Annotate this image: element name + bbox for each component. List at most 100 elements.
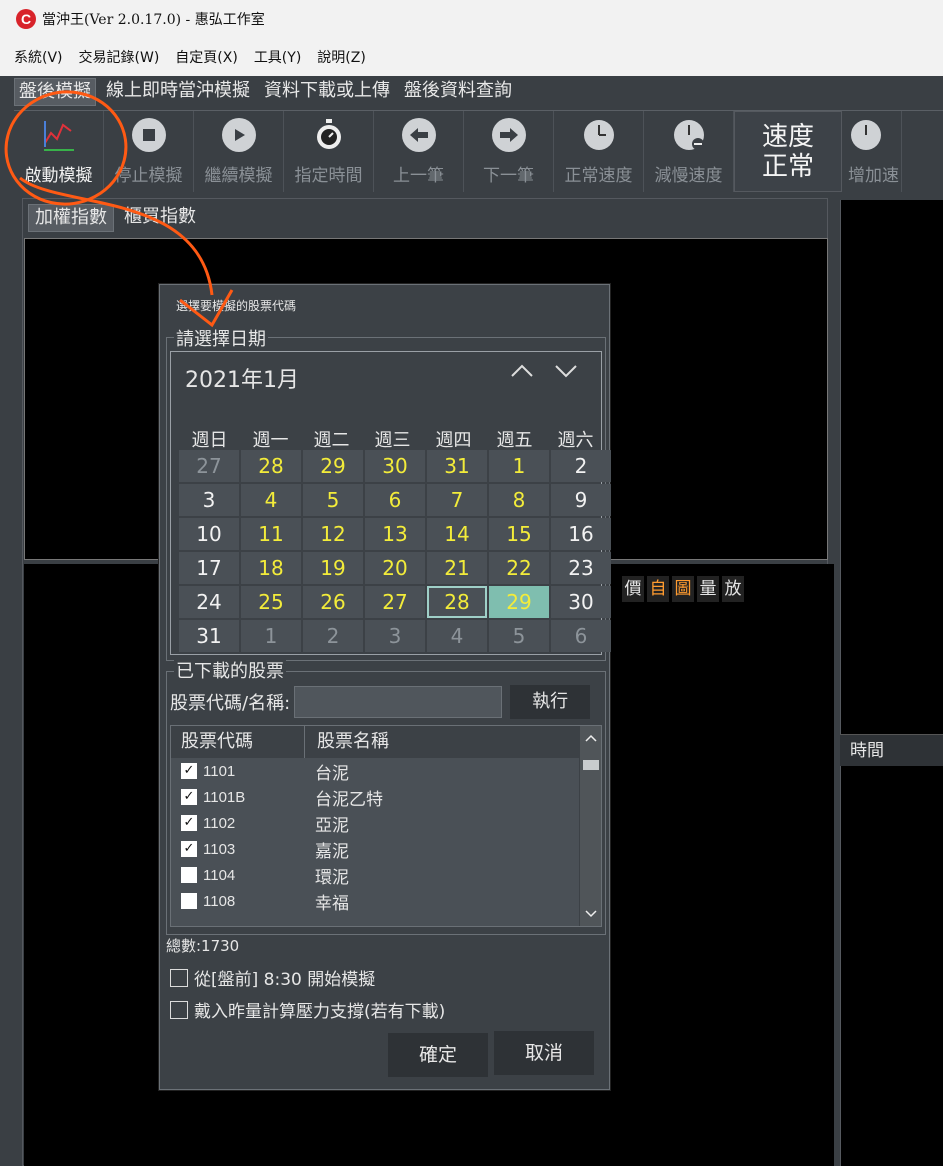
prev-tick-button[interactable]: 上一筆 bbox=[374, 111, 464, 192]
tab-live-sim[interactable]: 線上即時當沖模擬 bbox=[102, 78, 254, 106]
stock-checkbox[interactable]: ✓ bbox=[181, 815, 197, 831]
menu-help[interactable]: 說明(Z) bbox=[317, 47, 366, 67]
tab-data-transfer[interactable]: 資料下載或上傳 bbox=[260, 78, 394, 106]
calendar-day[interactable]: 4 bbox=[427, 620, 487, 652]
calendar-day[interactable]: 11 bbox=[241, 518, 301, 550]
cancel-button[interactable]: 取消 bbox=[494, 1031, 594, 1075]
stock-search-input[interactable] bbox=[294, 686, 503, 718]
menu-custom-page[interactable]: 自定頁(X) bbox=[175, 47, 238, 67]
calendar-day[interactable]: 5 bbox=[303, 484, 363, 516]
calendar-day[interactable]: 23 bbox=[551, 552, 611, 584]
calendar-day[interactable]: 20 bbox=[365, 552, 425, 584]
load-volume-option[interactable]: 戴入昨量計算壓力支撐(若有下載) bbox=[170, 997, 445, 1022]
confirm-button[interactable]: 確定 bbox=[388, 1033, 488, 1077]
run-button[interactable]: 執行 bbox=[510, 685, 591, 719]
load-volume-checkbox[interactable] bbox=[170, 1000, 188, 1019]
next-tick-button[interactable]: 下一筆 bbox=[464, 111, 554, 192]
calendar-day[interactable]: 28 bbox=[241, 450, 301, 482]
stop-simulation-button[interactable]: 停止模擬 bbox=[104, 111, 194, 192]
calendar-day[interactable]: 30 bbox=[365, 450, 425, 482]
scroll-thumb[interactable] bbox=[583, 760, 599, 770]
calendar-day[interactable]: 1 bbox=[489, 450, 549, 482]
calendar-day[interactable]: 6 bbox=[551, 620, 611, 652]
indicator-chart[interactable]: 圖 bbox=[672, 576, 694, 602]
stock-row[interactable]: ✓ 1103 嘉泥 bbox=[171, 836, 601, 862]
speed-up-button[interactable]: 增加速 bbox=[842, 111, 902, 192]
calendar-day[interactable]: 12 bbox=[303, 518, 363, 550]
calendar-day[interactable]: 2 bbox=[551, 450, 611, 482]
menu-trade-records[interactable]: 交易記錄(W) bbox=[79, 47, 160, 67]
prev-month-chevron-up-icon[interactable] bbox=[507, 364, 537, 378]
col-stock-code[interactable]: 股票代碼 bbox=[171, 726, 305, 758]
stock-row[interactable]: ✓ 1101 台泥 bbox=[171, 758, 601, 784]
calendar-day[interactable]: 13 bbox=[365, 518, 425, 550]
calendar-day[interactable]: 22 bbox=[489, 552, 549, 584]
calendar-day[interactable]: 16 bbox=[551, 518, 611, 550]
scroll-up-icon[interactable] bbox=[585, 734, 597, 742]
tab-post-market-sim[interactable]: 盤後模擬 bbox=[14, 78, 96, 106]
stock-checkbox[interactable]: ✓ bbox=[181, 789, 197, 805]
stock-row[interactable]: ✓ 1102 亞泥 bbox=[171, 810, 601, 836]
calendar-day[interactable]: 31 bbox=[427, 450, 487, 482]
calendar-day[interactable]: 18 bbox=[241, 552, 301, 584]
indicator-zoom[interactable]: 放 bbox=[722, 576, 744, 602]
indicator-self[interactable]: 自 bbox=[647, 576, 669, 602]
calendar-day[interactable]: 30 bbox=[551, 586, 611, 618]
stock-checkbox[interactable] bbox=[181, 867, 197, 883]
calendar-day[interactable]: 21 bbox=[427, 552, 487, 584]
calendar-day[interactable]: 10 bbox=[179, 518, 239, 550]
calendar-day[interactable]: 28 bbox=[427, 586, 487, 618]
tab-otc-index[interactable]: 櫃買指數 bbox=[118, 204, 202, 232]
calendar-day[interactable]: 2 bbox=[303, 620, 363, 652]
calendar-month: 2021年1月 bbox=[185, 368, 299, 393]
calendar-day[interactable]: 27 bbox=[179, 450, 239, 482]
stock-checkbox[interactable] bbox=[181, 893, 197, 909]
start-simulation-button[interactable]: 啟動模擬 bbox=[14, 111, 104, 192]
stop-icon bbox=[131, 117, 167, 153]
stock-list-scrollbar[interactable] bbox=[579, 726, 601, 926]
calendar-day[interactable]: 24 bbox=[179, 586, 239, 618]
tab-post-market-query[interactable]: 盤後資料查詢 bbox=[400, 78, 516, 106]
calendar-day[interactable]: 7 bbox=[427, 484, 487, 516]
next-month-chevron-down-icon[interactable] bbox=[551, 364, 581, 378]
calendar-day[interactable]: 5 bbox=[489, 620, 549, 652]
set-time-button[interactable]: 指定時間 bbox=[284, 111, 374, 192]
premarket-checkbox[interactable] bbox=[170, 968, 188, 987]
premarket-option[interactable]: 從[盤前] 8:30 開始模擬 bbox=[170, 965, 375, 990]
calendar-day[interactable]: 25 bbox=[241, 586, 301, 618]
calendar: 2021年1月 週日 週一 週二 週三 週四 週五 週六 27 28 29 30 31 1… bbox=[170, 351, 611, 655]
calendar-day[interactable]: 27 bbox=[365, 586, 425, 618]
calendar-day[interactable]: 19 bbox=[303, 552, 363, 584]
calendar-day[interactable]: 4 bbox=[241, 484, 301, 516]
stock-row[interactable]: ✓ 1101B 台泥乙特 bbox=[171, 784, 601, 810]
weekday-fri: 週五 bbox=[496, 430, 533, 451]
col-stock-name[interactable]: 股票名稱 bbox=[305, 726, 389, 758]
stock-row[interactable]: 1108 幸福 bbox=[171, 888, 601, 914]
indicator-price[interactable]: 價 bbox=[622, 576, 644, 602]
calendar-day[interactable]: 1 bbox=[241, 620, 301, 652]
stock-checkbox[interactable]: ✓ bbox=[181, 763, 197, 779]
calendar-day[interactable]: 14 bbox=[427, 518, 487, 550]
indicator-volume[interactable]: 量 bbox=[697, 576, 719, 602]
calendar-day[interactable]: 15 bbox=[489, 518, 549, 550]
calendar-day[interactable]: 17 bbox=[179, 552, 239, 584]
calendar-day[interactable]: 29 bbox=[303, 450, 363, 482]
calendar-day[interactable]: 3 bbox=[365, 620, 425, 652]
calendar-day[interactable]: 8 bbox=[489, 484, 549, 516]
app-window: C 當沖王(Ver 2.0.17.0) - 惠弘工作室 系統(V) 交易記錄(W… bbox=[0, 0, 943, 1166]
calendar-day[interactable]: 9 bbox=[551, 484, 611, 516]
menu-system[interactable]: 系統(V) bbox=[14, 47, 63, 67]
scroll-down-icon[interactable] bbox=[585, 910, 597, 918]
calendar-day[interactable]: 26 bbox=[303, 586, 363, 618]
calendar-day[interactable]: 31 bbox=[179, 620, 239, 652]
calendar-day[interactable]: 3 bbox=[179, 484, 239, 516]
resume-simulation-button[interactable]: 繼續模擬 bbox=[194, 111, 284, 192]
stock-checkbox[interactable]: ✓ bbox=[181, 841, 197, 857]
calendar-day[interactable]: 29 bbox=[489, 586, 549, 618]
tab-taiex[interactable]: 加權指數 bbox=[28, 204, 114, 232]
normal-speed-button[interactable]: 正常速度 bbox=[554, 111, 644, 192]
slow-down-button[interactable]: 減慢速度 bbox=[644, 111, 734, 192]
menu-tools[interactable]: 工具(Y) bbox=[254, 47, 301, 67]
stock-row[interactable]: 1104 環泥 bbox=[171, 862, 601, 888]
calendar-day[interactable]: 6 bbox=[365, 484, 425, 516]
